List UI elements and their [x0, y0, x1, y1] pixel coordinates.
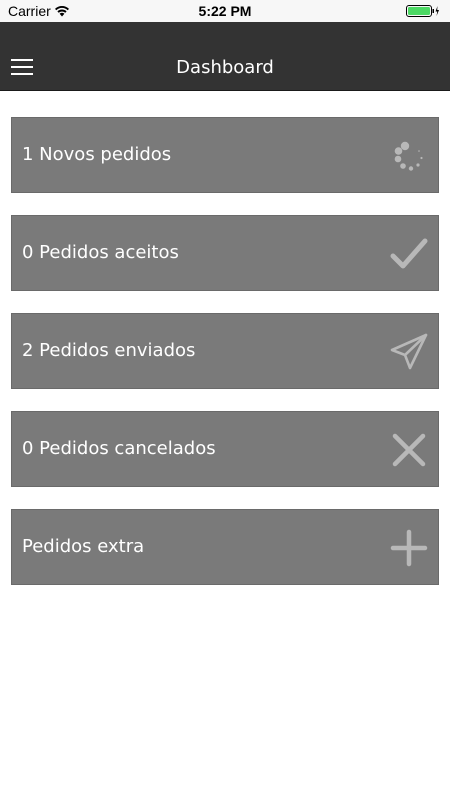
checkmark-icon — [390, 238, 428, 269]
card-pedidos-cancelados[interactable]: 0 Pedidos cancelados — [11, 411, 439, 487]
card-novos-pedidos[interactable]: 1 Novos pedidos — [11, 117, 439, 193]
card-pedidos-enviados[interactable]: 2 Pedidos enviados — [11, 313, 439, 389]
card-pedidos-extra[interactable]: Pedidos extra — [11, 509, 439, 585]
card-label: Pedidos extra — [22, 536, 145, 557]
paper-plane-icon — [390, 333, 428, 370]
battery-charging-icon — [406, 5, 439, 17]
status-bar: Carrier 5:22 PM — [0, 0, 450, 22]
card-label: 0 Pedidos cancelados — [22, 438, 216, 459]
page-title: Dashboard — [176, 57, 274, 78]
dashboard-cards: 1 Novos pedidos 0 Pedidos aceitos 2 Pedi… — [11, 117, 439, 607]
card-label: 0 Pedidos aceitos — [22, 242, 179, 263]
close-x-icon — [392, 433, 426, 467]
navigation-bar: Dashboard — [0, 22, 450, 91]
navbar-divider — [0, 90, 450, 91]
card-label: 2 Pedidos enviados — [22, 340, 196, 361]
loading-spinner-icon — [394, 141, 423, 171]
plus-icon — [390, 529, 428, 567]
card-pedidos-aceitos[interactable]: 0 Pedidos aceitos — [11, 215, 439, 291]
status-time: 5:22 PM — [198, 3, 252, 19]
card-label: 1 Novos pedidos — [22, 144, 172, 165]
